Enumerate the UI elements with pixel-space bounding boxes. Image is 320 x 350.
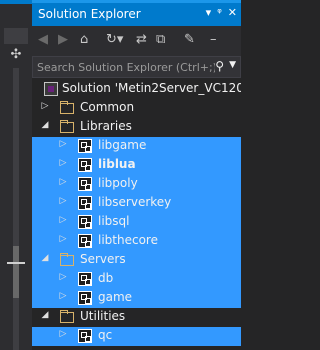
expand-arrow-icon[interactable]: ▷ (58, 177, 68, 187)
panel-toolbar: ◀ ▶ ⌂ ↻▾ ⇄ ⧉ ✎ – (32, 26, 241, 56)
editor-dropdown[interactable] (4, 28, 28, 44)
expand-arrow-icon[interactable]: ▷ (58, 215, 68, 225)
forward-icon[interactable]: ▶ (58, 32, 68, 48)
folder-icon (60, 101, 74, 114)
collapse-all-icon[interactable]: ⧉ (156, 32, 165, 48)
folder-label: Utilities (80, 309, 126, 323)
folder-label: Common (80, 100, 135, 114)
home-icon[interactable]: ⌂ (80, 32, 88, 48)
expand-arrow-icon[interactable]: ▷ (58, 234, 68, 244)
folder-open-icon (60, 253, 74, 266)
solution-icon (44, 82, 58, 96)
tree-folder-utilities[interactable]: ◢ Utilities (32, 308, 241, 327)
editor-tab-indicator (0, 0, 32, 4)
collapse-arrow-icon[interactable]: ◢ (40, 253, 50, 263)
project-label: libgame (98, 138, 147, 152)
solution-label: Solution 'Metin2Server_VC120' (9 (62, 81, 241, 95)
project-label: qc (98, 328, 113, 342)
auto-hide-pin-icon[interactable]: ᵠ (217, 6, 222, 19)
toolbar-overflow-icon[interactable]: – (210, 32, 217, 48)
solution-explorer-panel: Solution Explorer ▾ ᵠ ✕ ◀ ▶ ⌂ ↻▾ ⇄ ⧉ ✎ –… (32, 0, 241, 350)
panel-titlebar[interactable]: Solution Explorer ▾ ᵠ ✕ (32, 0, 241, 26)
startup-project-label: liblua (98, 157, 136, 171)
project-label: libserverkey (98, 195, 172, 209)
tree-project-libsql[interactable]: ▷ libsql (32, 213, 241, 232)
tree-project-liblua[interactable]: ▷ liblua (32, 156, 241, 175)
expand-arrow-icon[interactable]: ▷ (40, 101, 50, 111)
tree-solution[interactable]: Solution 'Metin2Server_VC120' (9 (32, 80, 241, 99)
scrollbar-marker (7, 262, 25, 264)
cpp-project-icon (78, 158, 92, 172)
cpp-project-icon (78, 291, 92, 305)
tree-project-qc[interactable]: ▷ qc (32, 327, 241, 346)
folder-label: Servers (80, 252, 126, 266)
project-label: db (98, 271, 114, 285)
tree-project-libthecore[interactable]: ▷ libthecore (32, 232, 241, 251)
cpp-project-icon (78, 329, 92, 343)
tree-project-libgame[interactable]: ▷ libgame (32, 137, 241, 156)
tree-project-game[interactable]: ▷ game (32, 289, 241, 308)
back-icon[interactable]: ◀ (38, 32, 48, 48)
refresh-icon[interactable]: ⇄ (136, 32, 147, 48)
expand-arrow-icon[interactable]: ▷ (58, 196, 68, 206)
project-label: libthecore (98, 233, 158, 247)
expand-arrow-icon[interactable]: ▷ (58, 158, 68, 168)
cpp-project-icon (78, 177, 92, 191)
tree-folder-common[interactable]: ▷ Common (32, 99, 241, 118)
editor-scrollbar[interactable] (13, 68, 19, 350)
folder-open-icon (60, 120, 74, 133)
folder-label: Libraries (80, 119, 132, 133)
window-position-dropdown-icon[interactable]: ▾ (206, 6, 212, 19)
cpp-project-icon (78, 272, 92, 286)
cpp-project-icon (78, 234, 92, 248)
project-label: libsql (98, 214, 130, 228)
expand-arrow-icon[interactable]: ▷ (58, 139, 68, 149)
tree-project-libpoly[interactable]: ▷ libpoly (32, 175, 241, 194)
collapse-arrow-icon[interactable]: ◢ (40, 310, 50, 320)
cpp-project-icon (78, 215, 92, 229)
search-options-dropdown-icon[interactable]: ▼ (229, 60, 236, 70)
project-label: game (98, 290, 133, 304)
settings-icon[interactable]: ✎ (184, 32, 195, 48)
tree-folder-libraries[interactable]: ◢ Libraries (32, 118, 241, 137)
sync-icon[interactable]: ↻▾ (106, 32, 123, 48)
expand-arrow-icon[interactable]: ▷ (58, 272, 68, 282)
cpp-project-icon (78, 139, 92, 153)
search-input[interactable] (33, 57, 215, 77)
search-box[interactable]: ⚲ ▼ (32, 56, 241, 78)
tree-project-libserverkey[interactable]: ▷ libserverkey (32, 194, 241, 213)
split-icon[interactable]: ✣ (9, 48, 23, 62)
search-icon[interactable]: ⚲ (215, 59, 224, 73)
tree-project-db[interactable]: ▷ db (32, 270, 241, 289)
folder-open-icon (60, 310, 74, 323)
editor-scrollbar-thumb[interactable] (13, 246, 19, 298)
collapse-arrow-icon[interactable]: ◢ (40, 120, 50, 130)
panel-title: Solution Explorer (38, 7, 141, 21)
project-label: libpoly (98, 176, 138, 190)
cpp-project-icon (78, 196, 92, 210)
expand-arrow-icon[interactable]: ▷ (58, 291, 68, 301)
close-icon[interactable]: ✕ (228, 6, 237, 19)
expand-arrow-icon[interactable]: ▷ (58, 329, 68, 339)
panel-title-buttons: ▾ ᵠ ✕ (206, 6, 237, 19)
editor-left-strip: ✣ (0, 0, 32, 350)
tree-folder-servers[interactable]: ◢ Servers (32, 251, 241, 270)
